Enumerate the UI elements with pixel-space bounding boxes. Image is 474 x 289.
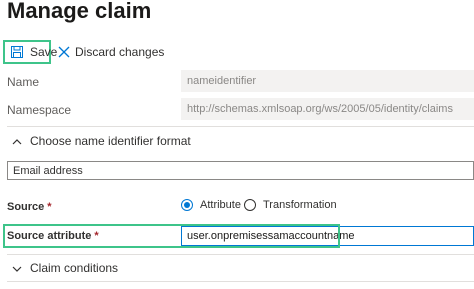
attribute-radio-label: Attribute: [200, 199, 241, 211]
namespace-label: Namespace: [7, 103, 72, 117]
source-attribute-label-text: Source attribute: [7, 230, 92, 242]
claim-conditions-toggle[interactable]: Claim conditions: [12, 261, 118, 275]
discard-label: Discard changes: [75, 45, 165, 59]
name-identifier-format-header: Choose name identifier format: [30, 134, 191, 148]
required-mark: *: [47, 201, 52, 213]
save-label: Save: [30, 45, 58, 59]
radio-unselected-icon: [244, 199, 256, 211]
source-attribute-label: Source attribute *: [7, 230, 99, 242]
divider: [7, 281, 474, 282]
source-attribute-input[interactable]: user.onpremisessamaccountname: [181, 226, 474, 246]
name-field: nameidentifier: [181, 70, 474, 92]
source-label-text: Source: [7, 201, 45, 213]
claim-conditions-header: Claim conditions: [30, 261, 119, 275]
save-button[interactable]: Save: [3, 40, 57, 64]
radio-selected-icon: [181, 199, 193, 211]
chevron-down-icon: [12, 263, 22, 273]
source-label: Source *: [7, 201, 52, 213]
divider: [7, 254, 474, 255]
divider: [7, 126, 474, 127]
source-transformation-radio[interactable]: Transformation: [244, 199, 337, 211]
name-identifier-format-select[interactable]: Email address: [7, 161, 474, 180]
name-identifier-format-toggle[interactable]: Choose name identifier format: [12, 134, 191, 148]
namespace-field: http://schemas.xmlsoap.org/ws/2005/05/id…: [181, 98, 474, 120]
name-label: Name: [7, 75, 40, 89]
transformation-radio-label: Transformation: [263, 199, 337, 211]
manage-claim-page: Manage claim Save Discard changes Name n…: [0, 0, 474, 289]
discard-changes-button[interactable]: Discard changes: [58, 42, 164, 62]
save-icon: [11, 46, 23, 58]
source-attribute-radio[interactable]: Attribute: [181, 199, 241, 211]
required-mark: *: [94, 230, 99, 242]
close-icon: [58, 46, 70, 58]
page-title: Manage claim: [7, 0, 152, 23]
chevron-up-icon: [12, 136, 22, 146]
